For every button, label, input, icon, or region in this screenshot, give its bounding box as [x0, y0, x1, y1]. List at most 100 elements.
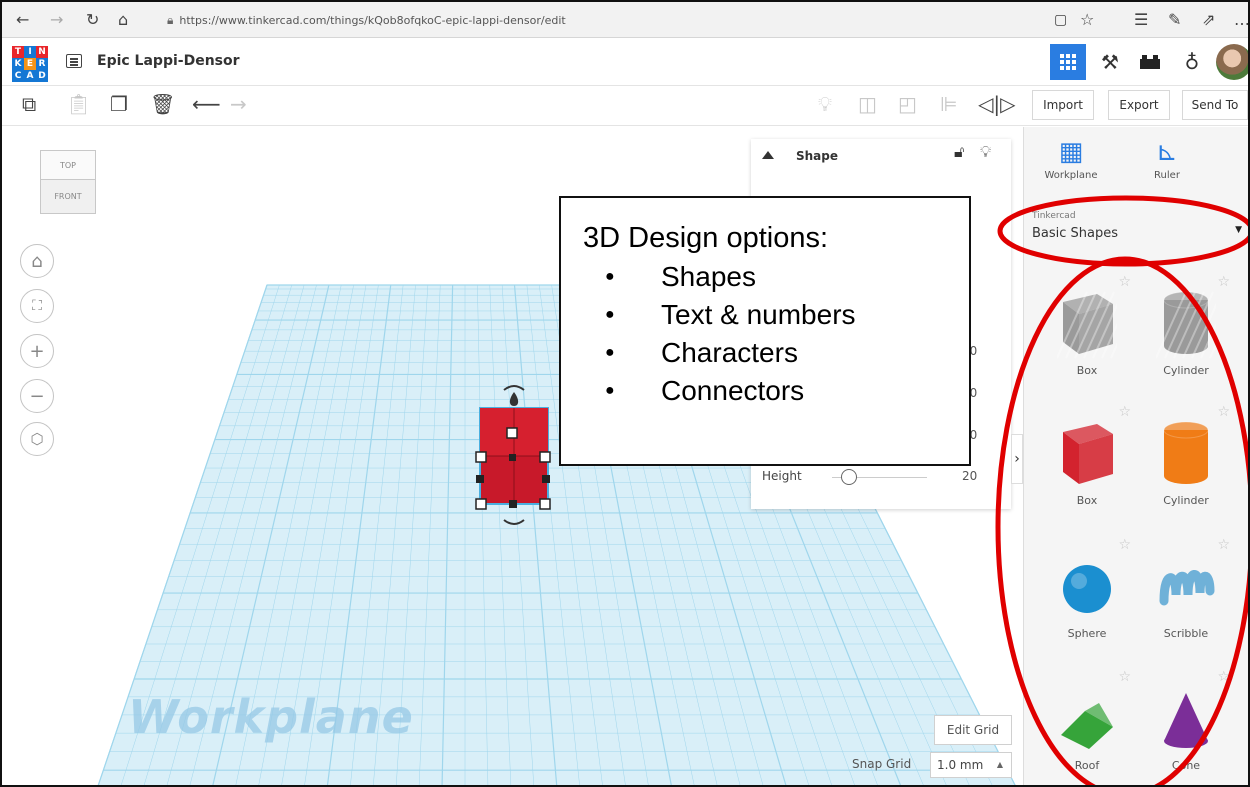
workplane-grid-icon: ▦: [1058, 137, 1084, 167]
edit-grid-button[interactable]: Edit Grid: [934, 715, 1012, 745]
lightbulb-visibility-icon[interactable]: 💡︎: [980, 142, 991, 162]
group-icon[interactable]: ◫: [858, 90, 877, 118]
workplane-tool[interactable]: ▦ Workplane: [1036, 134, 1106, 181]
view-cube[interactable]: TOP FRONT: [40, 150, 96, 220]
snap-grid-select[interactable]: 1.0 mm ▲: [930, 752, 1012, 778]
logo-letter: N: [36, 46, 48, 58]
bricks-icon[interactable]: [1132, 44, 1168, 80]
tinkercad-logo[interactable]: TINKERCAD: [12, 46, 48, 82]
shape-label: Sphere: [1067, 627, 1107, 640]
shape-label: Cylinder: [1163, 364, 1209, 377]
callout-item: Text & numbers: [605, 296, 969, 334]
shape-item-box[interactable]: ☆ Box: [1039, 272, 1135, 392]
workplane-watermark: Workplane: [128, 690, 414, 744]
align-icon[interactable]: ⊫: [940, 90, 957, 118]
snap-grid-value: 1.0 mm: [937, 758, 984, 772]
ruler-tool-label: Ruler: [1154, 170, 1180, 181]
shape-item-box[interactable]: ☆ Box: [1039, 402, 1135, 522]
ruler-tool[interactable]: ⊾ Ruler: [1132, 134, 1202, 181]
callout-item: Shapes: [605, 258, 969, 296]
paste-icon[interactable]: 📋︎: [66, 90, 91, 118]
lock-icon[interactable]: 🔓︎: [954, 142, 964, 162]
duplicate-icon[interactable]: ❐: [110, 90, 128, 118]
pen-icon[interactable]: ✎: [1168, 10, 1181, 30]
pickaxe-icon[interactable]: ⚒: [1092, 44, 1128, 80]
design-title[interactable]: Epic Lappi-Densor: [97, 53, 240, 69]
copy-icon[interactable]: ⧉: [22, 90, 36, 118]
chevron-down-icon: ▼: [1235, 225, 1242, 235]
arrow-left-icon[interactable]: ←: [16, 10, 29, 30]
ungroup-icon[interactable]: ◰: [898, 90, 917, 118]
cone-shape-icon: [1164, 693, 1208, 748]
library-name: Basic Shapes: [1032, 226, 1119, 241]
shape-item-roof[interactable]: ☆ Roof: [1039, 667, 1135, 785]
perspective-icon[interactable]: ⬡: [20, 422, 54, 456]
3d-view-button[interactable]: [1050, 44, 1086, 80]
avatar[interactable]: [1216, 44, 1248, 80]
brick-shape: [1140, 55, 1160, 69]
shape-item-scribble[interactable]: ☆ Scribble: [1138, 535, 1234, 655]
import-button[interactable]: Import: [1032, 90, 1094, 120]
favorite-star-icon[interactable]: ☆: [1217, 404, 1230, 420]
address-bar[interactable]: 🔒︎ https://www.tinkercad.com/things/kQob8…: [167, 8, 687, 32]
more-icon[interactable]: …: [1234, 10, 1248, 30]
favorite-star-icon[interactable]: ☆: [1217, 274, 1230, 290]
undo-icon[interactable]: ⟵: [192, 90, 221, 118]
shape-item-sphere[interactable]: ☆ Sphere: [1039, 535, 1135, 655]
mirror-icon[interactable]: ◁|▷: [978, 90, 1016, 118]
shape-label: Roof: [1074, 759, 1100, 772]
annotation-callout: 3D Design options: Shapes Text & numbers…: [559, 196, 971, 466]
height-slider-knob[interactable]: [841, 469, 857, 485]
design-menu-icon[interactable]: [66, 54, 82, 68]
arrow-right-icon[interactable]: →: [50, 10, 63, 30]
shape-item-cylinder[interactable]: ☆ Cylinder: [1138, 272, 1234, 392]
share-icon[interactable]: ⇗: [1202, 10, 1215, 30]
home-icon[interactable]: ⌂: [118, 10, 128, 30]
shape-item-cone[interactable]: ☆ Cone: [1138, 667, 1234, 785]
refresh-icon[interactable]: ↻: [86, 10, 99, 30]
collapse-triangle-icon[interactable]: [762, 151, 774, 159]
add-user-icon[interactable]: ♁: [1174, 44, 1210, 80]
logo-letter: I: [24, 46, 36, 58]
lock-icon: 🔒︎: [167, 13, 174, 27]
view-cube-front[interactable]: FRONT: [40, 180, 96, 214]
ruler-icon: ⊾: [1156, 137, 1178, 167]
favorite-star-icon[interactable]: ☆: [1118, 274, 1131, 290]
export-button[interactable]: Export: [1108, 90, 1170, 120]
favorite-star-icon[interactable]: ☆: [1080, 10, 1094, 30]
redo-icon[interactable]: →: [230, 90, 247, 118]
favorite-star-icon[interactable]: ☆: [1217, 669, 1230, 685]
shape-label: Cylinder: [1163, 494, 1209, 507]
library-source: Tinkercad: [1032, 211, 1076, 221]
shape-library-select[interactable]: Tinkercad Basic Shapes ▼: [1032, 208, 1246, 252]
shape-label: Box: [1076, 494, 1098, 507]
trash-icon[interactable]: 🗑︎: [150, 90, 175, 118]
favorite-star-icon[interactable]: ☆: [1118, 537, 1131, 553]
height-value[interactable]: 20: [962, 469, 977, 483]
scribble-shape-icon: [1159, 570, 1215, 606]
logo-letter: E: [24, 58, 36, 70]
shape-item-cylinder[interactable]: ☆ Cylinder: [1138, 402, 1234, 522]
zoom-out-icon[interactable]: −: [20, 379, 54, 413]
send-to-button[interactable]: Send To: [1182, 90, 1248, 120]
lightbulb-icon[interactable]: 💡︎: [818, 90, 832, 118]
reading-view-icon[interactable]: ▢: [1054, 10, 1067, 30]
logo-letter: T: [12, 46, 24, 58]
favorites-list-icon[interactable]: ☰: [1134, 10, 1148, 30]
logo-letter: D: [36, 70, 48, 82]
shape-label: Cone: [1171, 759, 1201, 772]
favorite-star-icon[interactable]: ☆: [1118, 404, 1131, 420]
callout-item: Connectors: [605, 372, 969, 410]
view-cube-top[interactable]: TOP: [40, 150, 96, 180]
favorite-star-icon[interactable]: ☆: [1118, 669, 1131, 685]
logo-letter: C: [12, 70, 24, 82]
panel-collapse-chevron-icon[interactable]: ›: [1011, 434, 1023, 484]
logo-letter: K: [12, 58, 24, 70]
logo-letter: R: [36, 58, 48, 70]
fit-view-icon[interactable]: ⛶: [20, 289, 54, 323]
shape-label: Scribble: [1163, 627, 1209, 640]
workplane-tool-label: Workplane: [1044, 170, 1098, 181]
home-view-icon[interactable]: ⌂: [20, 244, 54, 278]
zoom-in-icon[interactable]: +: [20, 334, 54, 368]
favorite-star-icon[interactable]: ☆: [1217, 537, 1230, 553]
